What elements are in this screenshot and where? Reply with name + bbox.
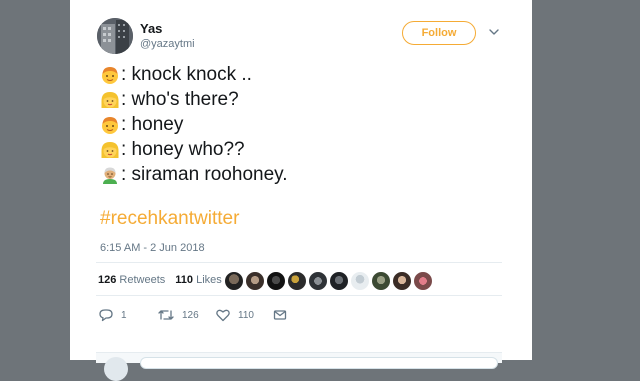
like-count: 110 (238, 309, 254, 321)
liker-avatar[interactable] (392, 271, 412, 291)
reply-button[interactable]: 1 (98, 306, 127, 324)
tweet-line-text: : siraman roohoney. (121, 164, 288, 185)
tweet-line: : honey who?? (100, 137, 288, 162)
boy-emoji-icon (102, 66, 118, 84)
liker-avatar[interactable] (224, 271, 244, 291)
reply-composer (96, 352, 502, 381)
tweet-line-text: : honey who?? (121, 139, 245, 160)
liker-avatar[interactable] (245, 271, 265, 291)
tweet-line-text: : knock knock .. (121, 64, 252, 85)
retweet-button[interactable]: 126 (157, 306, 199, 324)
liker-avatar[interactable] (350, 271, 370, 291)
hashtag-link[interactable]: #recehkantwitter (100, 208, 239, 230)
reply-input[interactable] (140, 357, 498, 369)
like-button[interactable]: 110 (215, 306, 254, 324)
liker-avatar[interactable] (308, 271, 328, 291)
boy-emoji-icon (102, 116, 118, 134)
current-user-avatar (104, 357, 128, 381)
liker-avatar[interactable] (371, 271, 391, 291)
liker-avatar[interactable] (266, 271, 286, 291)
liker-avatar[interactable] (287, 271, 307, 291)
likes-label: Likes (196, 274, 222, 286)
retweets-count: 126 (98, 274, 117, 286)
envelope-icon (273, 310, 287, 320)
tweet-card: Yas @yazaytmi Follow : knock knock ..: … (70, 0, 532, 381)
divider (96, 262, 502, 263)
reply-icon (99, 309, 113, 322)
likes-stat[interactable]: 110 Likes (175, 274, 222, 286)
tweet-text: : knock knock .. : who's there? : honey (100, 62, 288, 187)
older-man-emoji-icon (103, 167, 117, 184)
tweet-line-text: : honey (121, 114, 184, 135)
chevron-down-icon[interactable] (489, 27, 499, 37)
tweet-line: : honey (100, 112, 288, 137)
tweet-line: : knock knock .. (100, 62, 288, 87)
tweet-stats: 126 Retweets 110 Likes (98, 274, 222, 286)
retweet-icon (158, 310, 174, 320)
tweet-timestamp[interactable]: 6:15 AM - 2 Jun 2018 (100, 242, 205, 254)
direct-message-button[interactable] (272, 306, 288, 324)
user-avatar[interactable] (97, 18, 133, 54)
retweet-count: 126 (182, 309, 199, 321)
heart-icon (216, 309, 230, 322)
retweets-label: Retweets (119, 274, 166, 286)
blonde-girl-emoji-icon (101, 141, 119, 158)
tweet-line: : siraman roohoney. (100, 162, 288, 187)
retweets-stat[interactable]: 126 Retweets (98, 274, 165, 286)
liker-avatar[interactable] (413, 271, 433, 291)
tweet-line: : who's there? (100, 87, 288, 112)
reply-count: 1 (121, 309, 127, 321)
divider (96, 295, 502, 296)
user-name[interactable]: Yas (140, 21, 162, 36)
tweet-line-text: : who's there? (121, 89, 239, 110)
blonde-girl-emoji-icon (101, 91, 119, 108)
follow-button[interactable]: Follow (402, 21, 476, 45)
user-handle[interactable]: @yazaytmi (140, 38, 195, 50)
liker-avatar[interactable] (329, 271, 349, 291)
likes-count: 110 (175, 274, 194, 286)
